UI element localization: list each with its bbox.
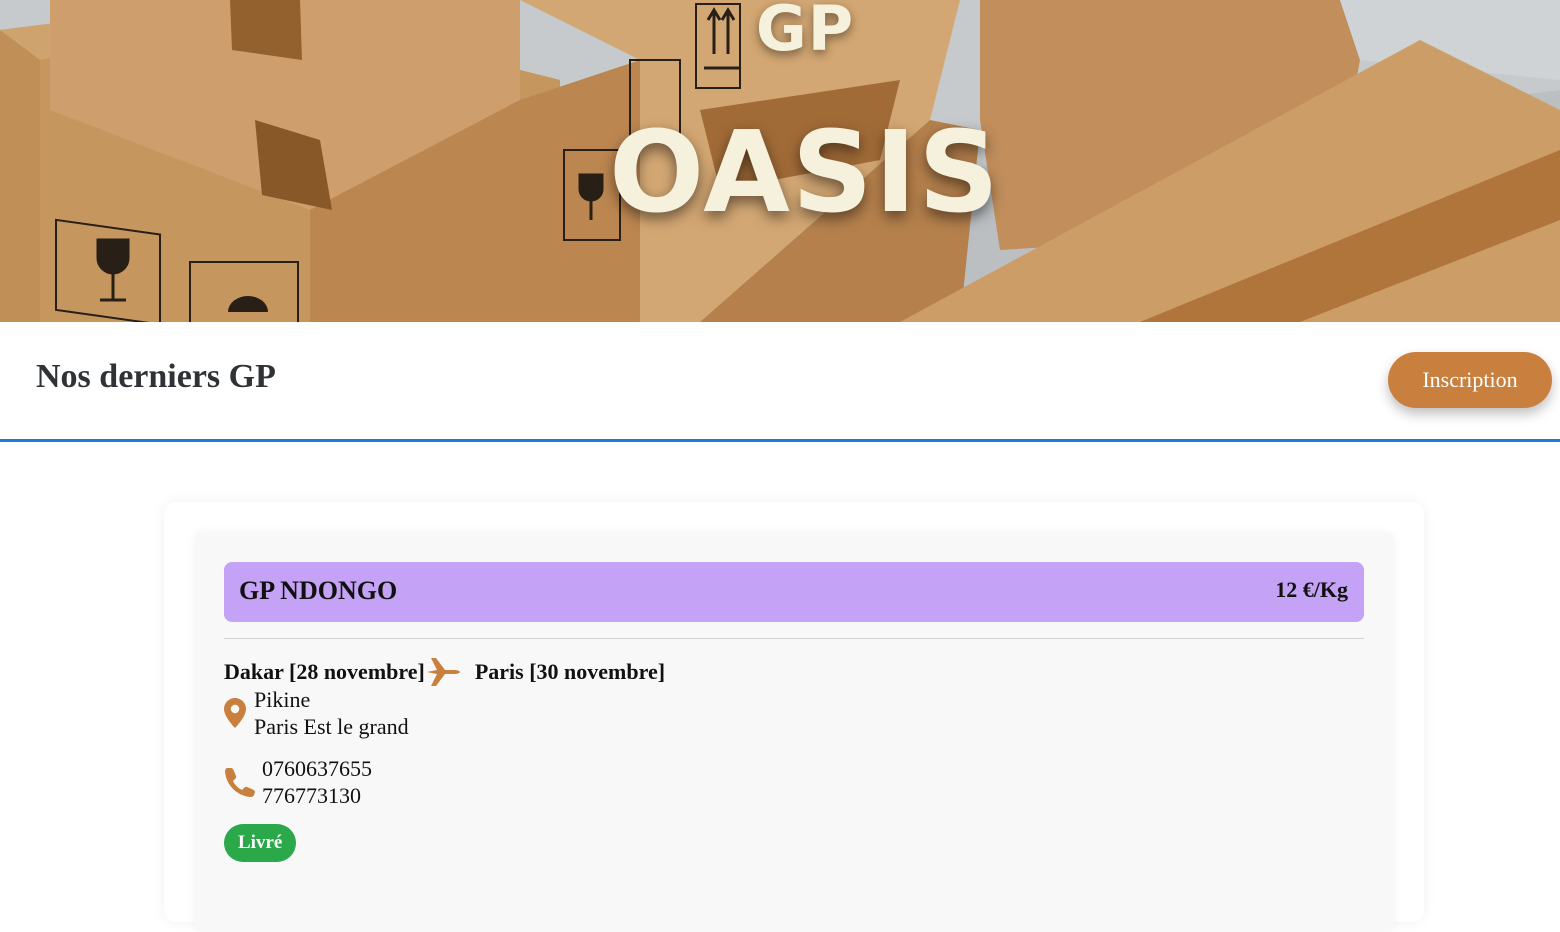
hero-title-small: GP <box>755 0 855 65</box>
phone-row: 0760637655 776773130 <box>224 755 372 809</box>
gp-price: 12 €/Kg <box>1275 577 1348 602</box>
gp-name: GP NDONGO <box>239 576 398 605</box>
departure: Dakar [28 novembre] <box>224 659 425 684</box>
airplane-icon <box>425 656 461 688</box>
divider <box>224 638 1364 639</box>
location-row: Pikine Paris Est le grand <box>224 686 409 740</box>
phone-number[interactable]: 776773130 <box>262 782 372 809</box>
signup-button[interactable]: Inscription <box>1388 352 1552 408</box>
map-pin-icon <box>224 698 254 728</box>
hero-banner: GP OASIS <box>0 0 1560 322</box>
status-badge: Livré <box>224 824 297 862</box>
hero-title-big: OASIS <box>609 108 1001 238</box>
listing-container: GP NDONGO 12 €/Kg Dakar [28 novembre] Pa… <box>164 502 1424 932</box>
route-line: Dakar [28 novembre] Paris [30 novembre] <box>224 656 665 688</box>
section-header: Nos derniers GP Inscription <box>0 322 1560 442</box>
listing-card[interactable]: GP NDONGO 12 €/Kg Dakar [28 novembre] Pa… <box>194 532 1394 932</box>
location-line: Pikine <box>254 687 311 712</box>
section-title: Nos derniers GP <box>36 358 276 395</box>
phone-number[interactable]: 0760637655 <box>262 755 372 782</box>
location-line: Paris Est le grand <box>254 714 409 739</box>
listing-header: GP NDONGO 12 €/Kg <box>224 562 1364 622</box>
arrival: Paris [30 novembre] <box>474 659 666 684</box>
phone-icon <box>224 766 262 798</box>
